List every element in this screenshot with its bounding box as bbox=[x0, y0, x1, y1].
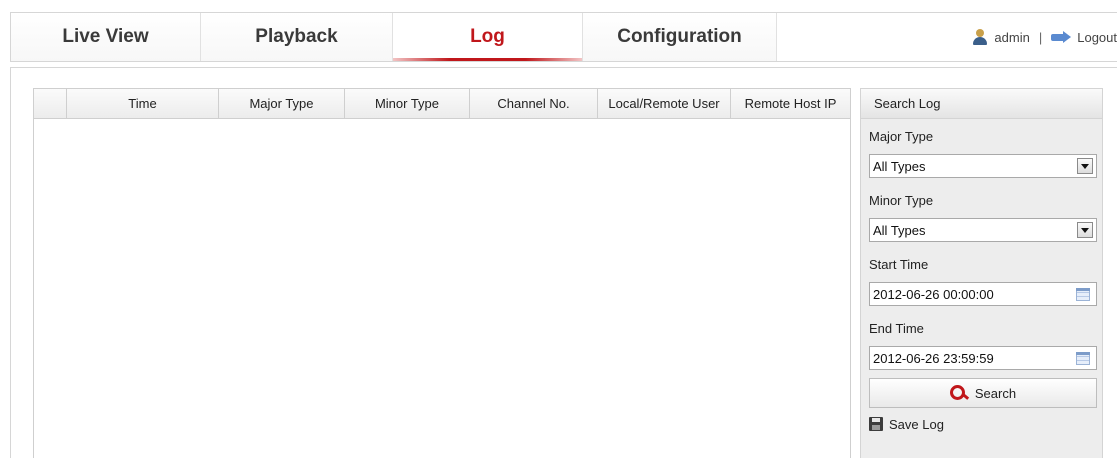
tab-live-view[interactable]: Live View bbox=[11, 13, 201, 61]
search-button-label: Search bbox=[974, 385, 1017, 401]
search-log-title: Search Log bbox=[861, 89, 1102, 119]
tab-live-view-label: Live View bbox=[62, 26, 149, 47]
end-time-input[interactable]: 2012-06-26 23:59:59 bbox=[869, 346, 1097, 370]
logout-icon[interactable] bbox=[1051, 31, 1072, 43]
start-time-input[interactable]: 2012-06-26 00:00:00 bbox=[869, 282, 1097, 306]
minor-type-label: Minor Type bbox=[869, 193, 934, 208]
calendar-icon[interactable] bbox=[1076, 352, 1090, 365]
username: admin bbox=[994, 29, 1030, 45]
log-table: Time Major Type Minor Type Channel No. L… bbox=[33, 88, 851, 458]
chevron-down-icon[interactable] bbox=[1077, 158, 1093, 174]
col-remote-host-ip[interactable]: Remote Host IP bbox=[731, 89, 850, 118]
log-table-header: Time Major Type Minor Type Channel No. L… bbox=[34, 89, 850, 119]
tab-log-label: Log bbox=[470, 26, 505, 47]
major-type-label: Major Type bbox=[869, 129, 934, 144]
logout-link[interactable]: Logout bbox=[1077, 30, 1117, 45]
col-major-type[interactable]: Major Type bbox=[219, 89, 345, 118]
start-time-value: 2012-06-26 00:00:00 bbox=[873, 286, 994, 302]
tab-configuration-label: Configuration bbox=[617, 26, 742, 47]
user-separator: | bbox=[1038, 29, 1043, 45]
search-button[interactable]: Search bbox=[869, 378, 1097, 408]
col-select[interactable] bbox=[34, 89, 67, 118]
calendar-icon[interactable] bbox=[1076, 288, 1090, 301]
search-icon bbox=[949, 385, 968, 401]
save-log-label: Save Log bbox=[889, 416, 944, 432]
col-local-remote-user[interactable]: Local/Remote User bbox=[598, 89, 731, 118]
end-time-value: 2012-06-26 23:59:59 bbox=[873, 350, 994, 366]
tab-log[interactable]: Log bbox=[393, 13, 583, 61]
save-icon bbox=[869, 417, 883, 431]
user-area: admin | Logout bbox=[972, 13, 1117, 61]
tab-configuration[interactable]: Configuration bbox=[583, 13, 777, 61]
top-navigation: Live View Playback Log Configuration adm… bbox=[10, 12, 1117, 62]
col-time[interactable]: Time bbox=[67, 89, 219, 118]
tab-playback-label: Playback bbox=[255, 26, 338, 47]
end-time-label: End Time bbox=[869, 321, 924, 336]
minor-type-select[interactable]: All Types bbox=[869, 218, 1097, 242]
chevron-down-icon[interactable] bbox=[1077, 222, 1093, 238]
major-type-value: All Types bbox=[873, 158, 926, 174]
major-type-select[interactable]: All Types bbox=[869, 154, 1097, 178]
user-icon bbox=[972, 29, 988, 45]
start-time-label: Start Time bbox=[869, 257, 929, 272]
save-log-button[interactable]: Save Log bbox=[861, 412, 1102, 436]
col-channel-no[interactable]: Channel No. bbox=[470, 89, 598, 118]
search-log-panel: Search Log Major Type All Types Minor Ty… bbox=[860, 88, 1103, 458]
minor-type-value: All Types bbox=[873, 222, 926, 238]
col-minor-type[interactable]: Minor Type bbox=[345, 89, 470, 118]
tab-playback[interactable]: Playback bbox=[201, 13, 393, 61]
